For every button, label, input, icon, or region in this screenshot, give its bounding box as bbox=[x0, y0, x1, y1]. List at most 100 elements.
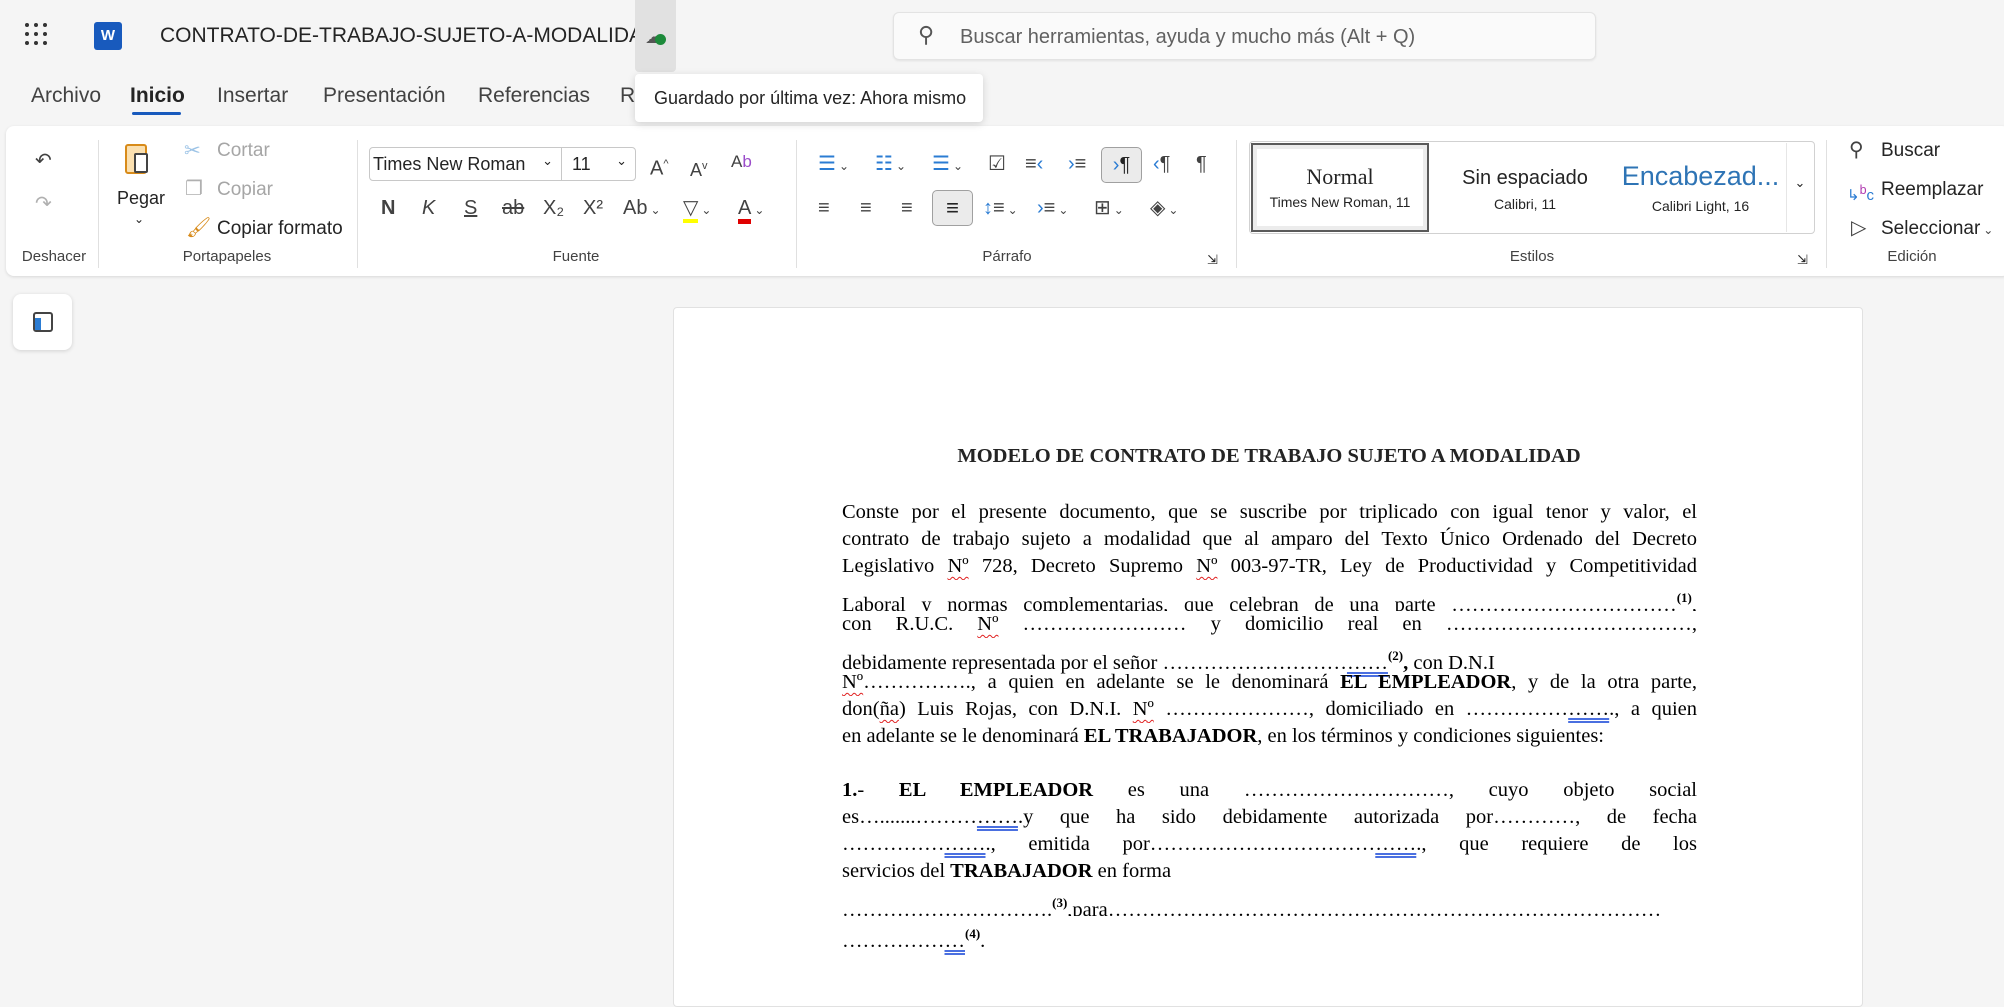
text-run: , en los términos y condiciones siguient… bbox=[1257, 725, 1604, 747]
decrease-indent-icon[interactable]: ≡‹ bbox=[1025, 152, 1043, 176]
change-case-button[interactable]: Ab ⌄ bbox=[623, 196, 661, 222]
group-label-fuente: Fuente bbox=[552, 248, 600, 265]
style-sin-espaciado[interactable]: Sin espaciado Calibri, 11 bbox=[1432, 143, 1618, 232]
group-label-deshacer: Deshacer bbox=[21, 248, 87, 265]
cloud-saved-button[interactable]: ☁ bbox=[635, 0, 676, 72]
format-painter-button[interactable]: Copiar formato bbox=[217, 218, 343, 240]
search-box[interactable]: ⚲ Buscar herramientas, ayuda y mucho más… bbox=[893, 12, 1596, 60]
font-size-dropdown[interactable]: 11 ⌄ bbox=[561, 147, 636, 181]
shrink-font-icon[interactable]: Av bbox=[690, 154, 708, 182]
undo-icon[interactable]: ↶ bbox=[35, 149, 52, 173]
replace-button[interactable]: Reemplazar bbox=[1881, 179, 1983, 201]
group-label-portapapeles: Portapapeles bbox=[182, 248, 272, 265]
select-button[interactable]: Seleccionar ⌄ bbox=[1881, 218, 1993, 240]
font-color-button[interactable]: A ⌄ bbox=[738, 196, 764, 224]
tab-archivo[interactable]: Archivo bbox=[31, 84, 101, 108]
document-title[interactable]: CONTRATO-DE-TRABAJO-SUJETO-A-MODALIDAD bbox=[160, 24, 658, 48]
borders-icon[interactable]: ⊞ ⌄ bbox=[1094, 196, 1124, 222]
spellcheck-flag: Nº bbox=[947, 555, 969, 577]
strikethrough-button[interactable]: ab bbox=[502, 196, 524, 220]
clear-formatting-icon[interactable]: Ab bbox=[731, 150, 752, 174]
group-label-parrafo: Párrafo bbox=[982, 248, 1032, 265]
text-run: Laboral y normas complementarias, que ce… bbox=[842, 594, 1657, 611]
search-icon: ⚲ bbox=[1849, 139, 1864, 161]
navigation-pane-button[interactable] bbox=[13, 294, 72, 350]
ltr-paragraph-button[interactable]: ›¶ bbox=[1101, 147, 1142, 183]
tab-revisar[interactable]: R bbox=[620, 84, 635, 108]
shading-icon[interactable]: ◈ ⌄ bbox=[1150, 196, 1178, 222]
paste-button[interactable]: Pegar ⌄ bbox=[112, 140, 168, 235]
tab-referencias[interactable]: Referencias bbox=[478, 84, 590, 108]
style-normal[interactable]: Normal Times New Roman, 11 bbox=[1251, 143, 1429, 232]
rtl-paragraph-icon[interactable]: ‹¶ bbox=[1153, 152, 1170, 176]
text-run: don( bbox=[842, 698, 880, 720]
style-encabezado[interactable]: Encabezad... Calibri Light, 16 bbox=[1618, 143, 1783, 232]
text-run: …… bbox=[976, 806, 1018, 828]
spellcheck-flag: Nº bbox=[977, 613, 999, 635]
numbering-icon[interactable]: ☷ ⌄ bbox=[875, 152, 906, 178]
multilevel-list-icon[interactable]: ☰ ⌄ bbox=[932, 152, 963, 178]
font-color-icon: A bbox=[738, 197, 752, 224]
cursor-select-icon: ▷ bbox=[1851, 217, 1867, 239]
checklist-icon[interactable]: ☑ bbox=[988, 152, 1006, 176]
tab-inicio[interactable]: Inicio bbox=[130, 84, 185, 108]
text-run: - bbox=[857, 779, 899, 801]
footnote-ref: (2) bbox=[1387, 648, 1404, 663]
document-page[interactable]: MODELO DE CONTRATO DE TRABAJO SUJETO A M… bbox=[673, 307, 1863, 1007]
styles-more-button[interactable]: ⌄ bbox=[1786, 143, 1813, 232]
text-run: … bbox=[1656, 594, 1677, 611]
document-line: con R.U.C. Nº …………………… y domicilio real … bbox=[842, 611, 1697, 638]
justify-button[interactable]: ≡ bbox=[932, 190, 973, 226]
styles-settings-launcher-icon[interactable]: ⇲ bbox=[1797, 252, 1808, 268]
format-painter-icon: 🖌 bbox=[186, 217, 212, 239]
align-right-icon[interactable]: ≡ bbox=[901, 196, 913, 220]
text-run: en forma bbox=[1092, 860, 1172, 882]
paragraph-spacing-icon[interactable]: ›≡ ⌄ bbox=[1037, 196, 1068, 222]
group-label-estilos: Estilos bbox=[1509, 248, 1555, 265]
line-spacing-icon[interactable]: ↕≡ ⌄ bbox=[983, 196, 1018, 222]
text-run: ,para bbox=[1067, 899, 1108, 916]
italic-button[interactable]: K bbox=[422, 196, 435, 220]
align-left-icon[interactable]: ≡ bbox=[818, 196, 830, 220]
superscript-button[interactable]: X² bbox=[583, 196, 603, 220]
font-name-dropdown[interactable]: Times New Roman ⌄ bbox=[369, 147, 562, 181]
underline-button[interactable]: S bbox=[464, 196, 477, 220]
save-status-tooltip: Guardado por última vez: Ahora mismo bbox=[635, 74, 983, 122]
tab-insertar[interactable]: Insertar bbox=[217, 84, 288, 108]
copy-button[interactable]: Copiar bbox=[217, 179, 273, 201]
grow-font-icon[interactable]: A^ bbox=[650, 152, 669, 181]
document-line: don(ña) Luis Rojas, con D.N.I. Nº ………………… bbox=[842, 696, 1697, 723]
redo-icon[interactable]: ↷ bbox=[35, 192, 52, 216]
text-run: …… bbox=[1568, 698, 1610, 720]
document-line: ………………………….(3),para………………………………………………………… bbox=[842, 885, 1697, 916]
text-run: …………………… bbox=[842, 899, 1006, 916]
app-launcher-icon[interactable] bbox=[22, 20, 50, 48]
text-run: TRABAJADOR bbox=[950, 860, 1093, 882]
text-run: contrato de trabajo sujeto a modalidad q… bbox=[842, 528, 1697, 550]
bullets-icon[interactable]: ☰ ⌄ bbox=[818, 152, 849, 178]
bold-button[interactable]: N bbox=[381, 196, 395, 220]
document-line: …………………., emitida por…………………………………., que… bbox=[842, 831, 1697, 858]
align-center-icon[interactable]: ≡ bbox=[860, 196, 872, 220]
style-name: Normal bbox=[1306, 164, 1374, 189]
spellcheck-flag: Nº bbox=[1196, 555, 1218, 577]
show-formatting-marks-icon[interactable]: ¶ bbox=[1196, 152, 1207, 176]
find-button[interactable]: Buscar bbox=[1881, 140, 1940, 162]
text-run: , y de la otra parte, bbox=[1511, 671, 1697, 693]
tab-presentacion[interactable]: Presentación bbox=[323, 84, 446, 108]
text-run: con R.U.C. bbox=[842, 613, 978, 635]
increase-indent-icon[interactable]: ›≡ bbox=[1068, 152, 1086, 176]
highlight-color-button[interactable]: ▽ ⌄ bbox=[683, 196, 711, 223]
copy-icon: ❐ bbox=[185, 178, 203, 200]
search-placeholder: Buscar herramientas, ayuda y mucho más (… bbox=[960, 26, 1416, 48]
document-line: Legislativo Nº 728, Decreto Supremo Nº 0… bbox=[842, 553, 1697, 580]
document-body[interactable]: Conste por el presente documento, que se… bbox=[842, 499, 1697, 952]
paragraph-settings-launcher-icon[interactable]: ⇲ bbox=[1207, 252, 1218, 268]
text-run: …… bbox=[944, 833, 986, 855]
text-run: Conste por el presente documento, que se… bbox=[842, 501, 1697, 523]
cloud-check-icon: ☁ bbox=[645, 24, 666, 49]
text-run: en adelante se le denominará bbox=[842, 725, 1084, 747]
document-heading: MODELO DE CONTRATO DE TRABAJO SUJETO A M… bbox=[957, 445, 1581, 467]
subscript-button[interactable]: X₂ bbox=[543, 196, 564, 220]
cut-button[interactable]: Cortar bbox=[217, 140, 270, 162]
